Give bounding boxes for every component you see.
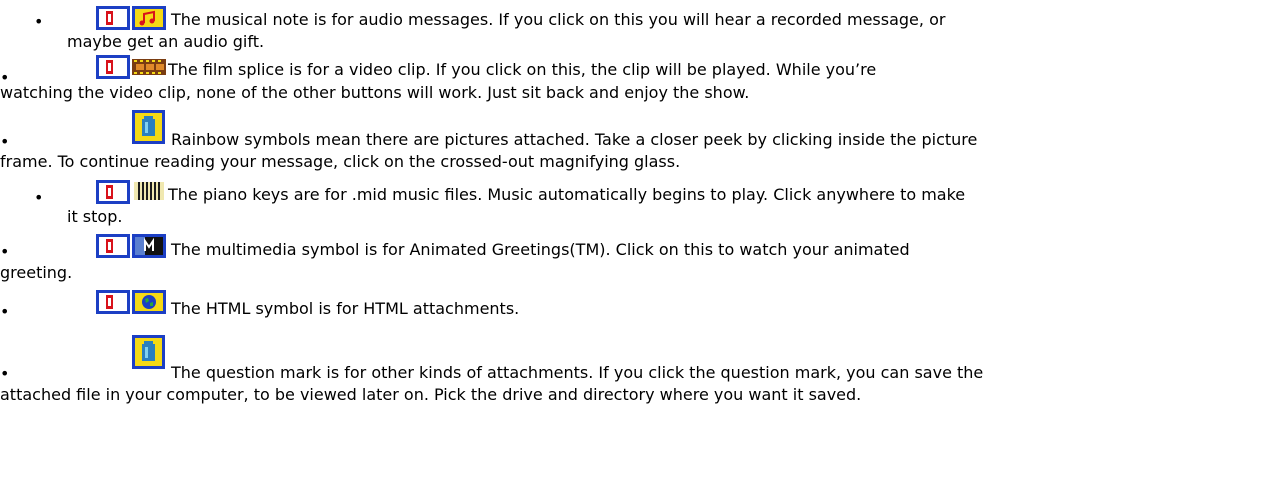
page-tab-icon[interactable] (96, 234, 130, 258)
item-text-line1: The piano keys are for .mid music files.… (168, 185, 966, 204)
bullet: • (0, 242, 10, 261)
item-text-line1: The question mark is for other kinds of … (171, 363, 984, 382)
musical-note-icon[interactable] (132, 6, 166, 30)
list-item-multimedia: • The multimedia symbol is for Animated … (0, 230, 1230, 282)
film-splice-icon[interactable] (132, 55, 166, 79)
rainbow-picture-icon[interactable] (132, 110, 165, 144)
item-text-line2: greeting. (0, 263, 73, 282)
item-text-line2: watching the video clip, none of the oth… (0, 83, 750, 102)
page-tab-icon[interactable] (96, 180, 130, 204)
page-tab-icon[interactable] (96, 290, 130, 314)
item-text-line1: The multimedia symbol is for Animated Gr… (171, 240, 910, 259)
page-tab-icon[interactable] (96, 6, 130, 30)
item-text-line2: attached file in your computer, to be vi… (0, 385, 862, 404)
item-text-line1: The musical note is for audio messages. … (171, 10, 946, 29)
list-item-other-attachments: • The question mark is for other kinds o… (0, 330, 1230, 410)
list-item-video: • The film splice is for a video clip. I… (0, 52, 1230, 107)
question-mark-icon[interactable] (132, 335, 165, 369)
item-text-line2: it stop. (67, 207, 123, 226)
list-item-pictures: • Rainbow symbols mean there are picture… (0, 110, 1230, 171)
item-text-line1: The film splice is for a video clip. If … (168, 60, 877, 79)
bullet: • (0, 364, 10, 383)
list-item-midi: • The piano keys are for .mid music file… (0, 177, 1230, 227)
bullet: • (34, 188, 44, 207)
bullet: • (34, 12, 44, 31)
html-globe-icon[interactable] (132, 290, 166, 314)
multimedia-icon[interactable] (132, 234, 166, 258)
item-text-line1: The HTML symbol is for HTML attachments. (171, 299, 520, 318)
item-text-line1: Rainbow symbols mean there are pictures … (171, 130, 978, 149)
bullet: • (0, 132, 10, 151)
list-item-audio: • The musical note is for audio messages… (0, 0, 1230, 51)
item-text-line2: maybe get an audio gift. (67, 32, 265, 51)
item-text-line2: frame. To continue reading your message,… (0, 152, 681, 171)
list-item-html: • The HTML symbol is for HTML attachment… (0, 287, 1230, 323)
page-tab-icon[interactable] (96, 55, 130, 79)
bullet: • (0, 302, 10, 321)
piano-keys-icon[interactable] (132, 180, 166, 204)
